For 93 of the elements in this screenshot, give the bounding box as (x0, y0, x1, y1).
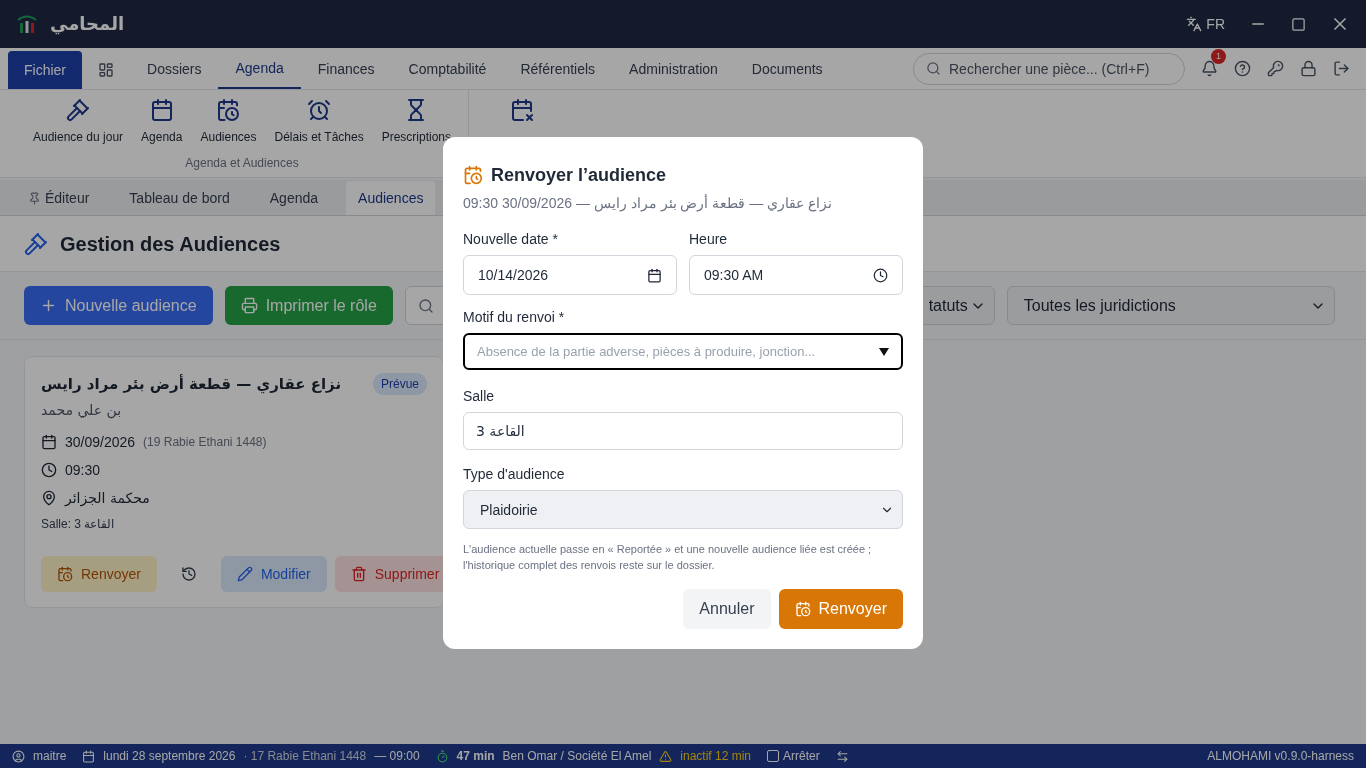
document-tab[interactable]: Agenda (257, 181, 331, 215)
calendar-clock-icon (463, 165, 483, 185)
pencil-icon (236, 565, 253, 582)
field-label: Nouvelle date * (463, 230, 559, 249)
page-title: Gestion des Audiences (60, 231, 281, 257)
calendar-icon (149, 98, 174, 122)
logout-icon[interactable] (1333, 60, 1350, 77)
timer-icon (435, 749, 449, 763)
cancel-button[interactable]: Annuler (683, 589, 771, 629)
file-menu-button[interactable]: Fichier (8, 51, 82, 89)
hearing-time: 09:30 (65, 460, 101, 480)
room-label: Salle: القاعة 3 (41, 515, 116, 532)
field-label: Salle (463, 387, 496, 406)
time-field[interactable]: 09:30 AM (689, 255, 903, 295)
date-field[interactable]: 10/14/2026 (463, 255, 677, 295)
search-icon (926, 61, 941, 76)
calendar-clock-icon (57, 565, 73, 582)
status-date: lundi 28 septembre 2026 (103, 748, 236, 764)
warning-icon (659, 749, 673, 763)
menu-tab[interactable]: Comptabilité (391, 49, 504, 89)
notification-bell-icon[interactable] (1201, 60, 1218, 77)
hijri-date: · 17 Rabie Ethani 1448 (243, 748, 367, 764)
lock-icon[interactable] (1300, 60, 1317, 77)
field-label: Heure (689, 230, 729, 249)
location-icon (41, 489, 57, 506)
search-icon (417, 297, 434, 314)
gavel-icon (24, 231, 48, 256)
client-name: Ben Omar / Société El Amel (502, 748, 652, 764)
menu-tab[interactable]: Documents (734, 49, 840, 89)
language-button[interactable]: FR (1186, 14, 1225, 34)
ribbon-group-label: Agenda et Audiences (185, 155, 299, 171)
postpone-button[interactable]: Renvoyer (778, 589, 903, 629)
document-tab[interactable]: Éditeur (16, 181, 102, 215)
info-note: L'audience actuelle passe en « Reportée » et une nouvelle audience liée est créée ; l'historique complet des renvois reste sur le dossier. (463, 542, 873, 573)
history-icon (180, 565, 197, 582)
hijri-date: (19 Rabie Ethani 1448) (143, 433, 267, 450)
calendar-clock-icon (794, 601, 811, 617)
plus-icon (40, 297, 57, 314)
user-icon (12, 749, 25, 763)
clock-icon (873, 267, 888, 283)
timer-value: 47 min (456, 748, 495, 764)
menu-tab[interactable]: Dossiers (130, 49, 219, 89)
maximize-icon[interactable] (1291, 16, 1306, 32)
key-icon[interactable] (1267, 60, 1284, 77)
hearing-date: 30/09/2026 (65, 432, 136, 452)
printer-icon (240, 297, 258, 314)
dropdown-triangle-icon (879, 347, 889, 356)
alarm-clock-icon (307, 98, 332, 122)
calendar-icon (82, 749, 96, 763)
gavel-icon (66, 98, 91, 122)
notification-badge: 1 (1211, 49, 1226, 64)
ribbon-button[interactable]: Délais et Tâches (265, 98, 373, 146)
hearing-title: نزاع عقاري — قطعة أرض بئر مراد رايس (41, 373, 342, 396)
logo-icon (16, 14, 38, 34)
document-tab[interactable]: Audiences (346, 181, 436, 215)
ribbon-button[interactable]: Audiences (191, 98, 266, 146)
room-field[interactable]: القاعة 3 (463, 412, 903, 450)
menu-tab[interactable]: Administration (612, 49, 735, 89)
pin-icon (28, 191, 41, 205)
status-badge: Prévue (372, 373, 427, 395)
translate-icon (1186, 16, 1203, 32)
help-icon[interactable] (1234, 60, 1251, 77)
ribbon-button[interactable]: Prescriptions (372, 98, 460, 146)
swap-icon[interactable] (835, 749, 849, 763)
calendar-icon (41, 433, 57, 450)
status-time: — 09:00 (374, 748, 420, 764)
calendar-clock-icon (216, 98, 241, 122)
document-tab[interactable]: Tableau de bord (117, 181, 242, 215)
field-label: Motif du renvoi * (463, 308, 566, 327)
menu-tab[interactable]: Finances (300, 49, 392, 89)
app-version: ALMOHAMI v0.9.0-harness (1207, 748, 1354, 764)
inactive-time: inactif 12 min (680, 748, 752, 764)
menu-tab[interactable]: Référentiels (503, 49, 613, 89)
dialog-title: Renvoyer l’audience (491, 164, 667, 187)
field-label: Type d'audience (463, 465, 566, 484)
new-hearing-button[interactable]: Nouvelle audience (24, 286, 213, 325)
app-title: المحامي (50, 12, 125, 37)
filter-select[interactable]: Toutes les juridictions (1006, 286, 1335, 325)
calendar-x-icon (510, 98, 534, 122)
ribbon-button[interactable]: Audience du jour (24, 98, 133, 146)
court-name: محكمة الجزائر (65, 488, 150, 508)
trash-icon (350, 565, 367, 582)
party-name: بن علي محمد (41, 400, 123, 420)
type-select[interactable]: Plaidoirie (463, 490, 903, 529)
card-action-button[interactable]: Renvoyer (41, 555, 157, 592)
calendar-icon (647, 267, 662, 283)
stop-checkbox[interactable]: Arrêter (767, 748, 820, 764)
clock-icon (41, 461, 57, 478)
grid-icon[interactable] (98, 62, 114, 78)
ribbon-button[interactable]: Agenda (132, 98, 192, 146)
card-action-button[interactable]: Modifier (220, 555, 327, 592)
dialog-subtitle: نزاع عقاري — قطعة أرض بئر مراد رايس — 30/09/2026 09:30 (463, 193, 834, 213)
user-name: maitre (33, 748, 67, 764)
